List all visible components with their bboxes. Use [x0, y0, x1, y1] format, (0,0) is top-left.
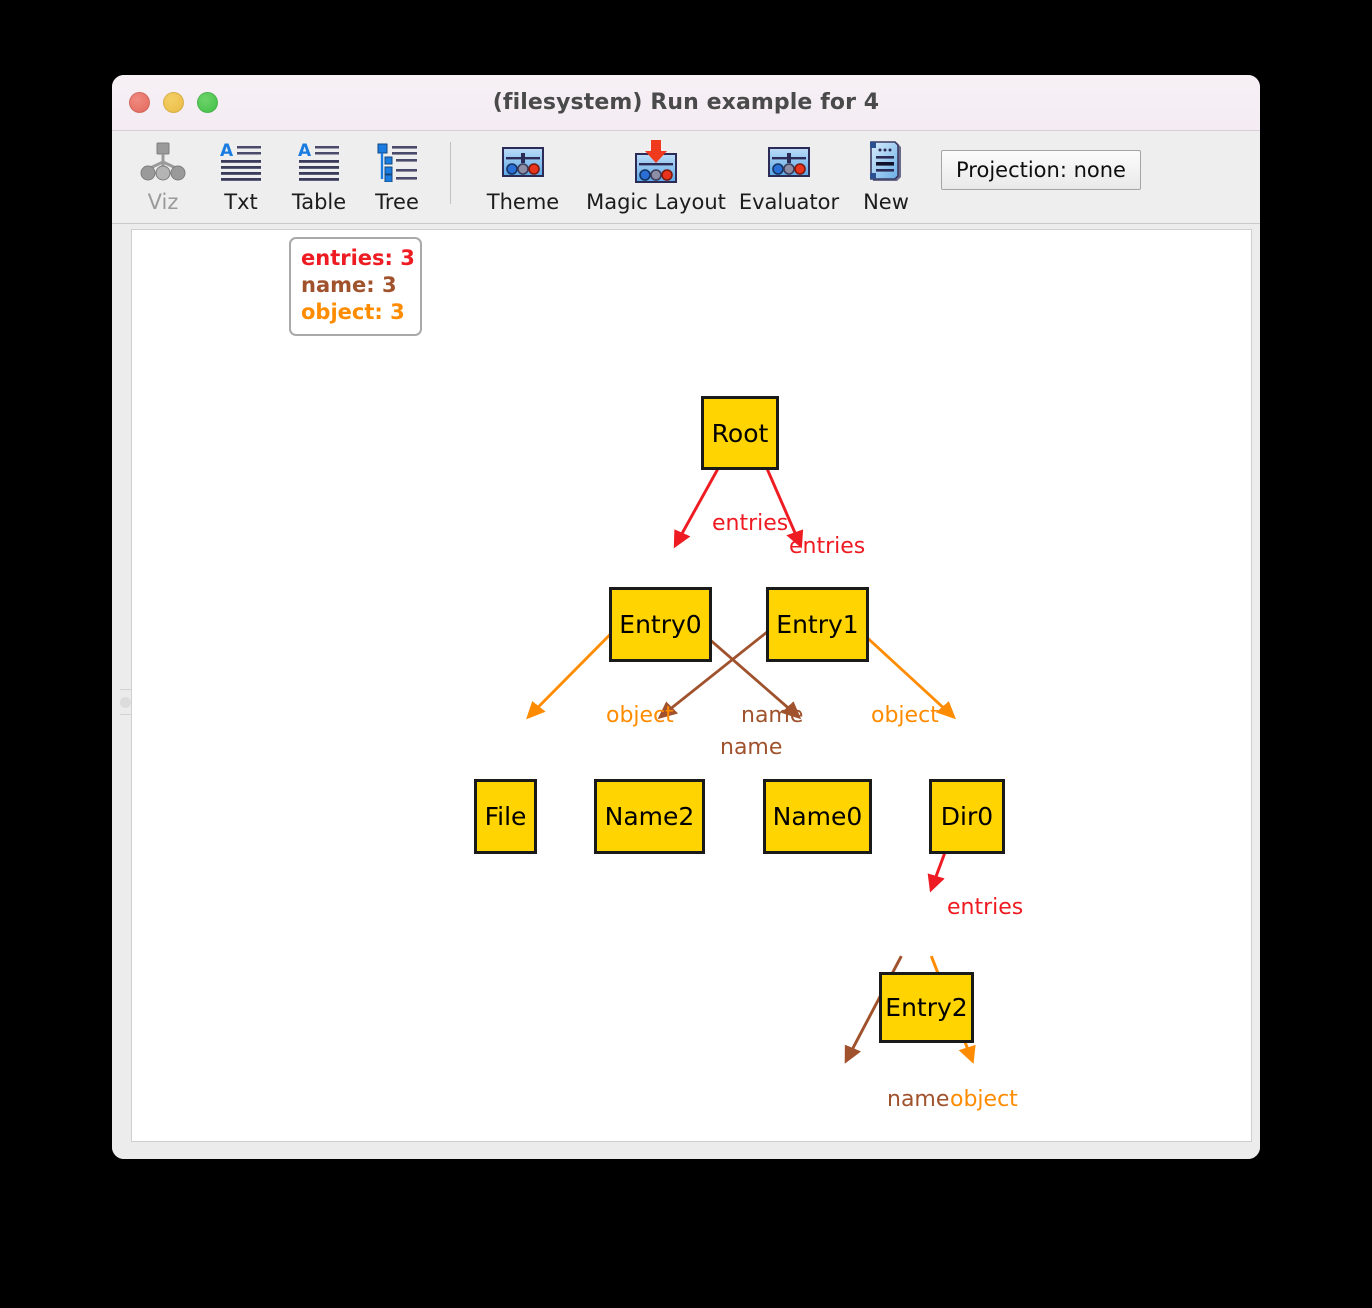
- graph-node-root[interactable]: Root: [701, 396, 779, 470]
- evaluator-sliders-icon: [766, 140, 812, 184]
- toolbar-label-evaluator: Evaluator: [738, 190, 840, 214]
- new-scroll-icon: [866, 140, 906, 184]
- toolbar-label-magic-layout: Magic Layout: [586, 190, 726, 214]
- maximize-window-button[interactable]: [197, 92, 218, 113]
- tree-list-icon: [376, 140, 418, 184]
- graph-node-dir0[interactable]: Dir0: [929, 779, 1005, 854]
- toolbar-label-table: Table: [291, 190, 347, 214]
- toolbar-button-tree[interactable]: Tree: [358, 140, 436, 214]
- text-document-icon: A: [220, 140, 262, 184]
- close-window-button[interactable]: [129, 92, 150, 113]
- graph-node-entry1[interactable]: Entry1: [766, 587, 869, 662]
- graph-node-label: Dir0: [940, 802, 994, 831]
- graph-edge-label-entries: entries: [789, 534, 866, 559]
- toolbar-button-txt[interactable]: A Txt: [202, 140, 280, 214]
- toolbar-label-theme: Theme: [486, 190, 560, 214]
- svg-text:A: A: [298, 142, 312, 161]
- toolbar-label-tree: Tree: [375, 190, 419, 214]
- window-body: entries: 3 name: 3 object: 3 entries ent…: [112, 224, 1260, 1159]
- toolbar: Viz A Txt A Table Tree Theme Magic Layou…: [112, 131, 1260, 224]
- toolbar-button-viz[interactable]: Viz: [124, 140, 202, 214]
- graph-edge-label-entries: entries: [712, 511, 789, 536]
- graph-node-label: Entry2: [885, 993, 968, 1022]
- minimize-window-button[interactable]: [163, 92, 184, 113]
- graph-node-label: Root: [711, 418, 769, 448]
- window-title: (filesystem) Run example for 4: [492, 90, 880, 115]
- graph-node-entry2[interactable]: Entry2: [879, 972, 974, 1043]
- graph-edge-label-object: object: [950, 1087, 1018, 1112]
- graph-node-label: Entry1: [776, 610, 859, 639]
- graph-edge-label-name: name: [720, 735, 783, 760]
- toolbar-button-theme[interactable]: Theme: [465, 140, 581, 214]
- svg-text:A: A: [220, 142, 234, 161]
- toolbar-button-table[interactable]: A Table: [280, 140, 358, 214]
- graph-edge-label-name: name: [741, 703, 804, 728]
- toolbar-label-txt: Txt: [224, 190, 258, 214]
- table-document-icon: A: [298, 140, 340, 184]
- graph-edge-label-object: object: [606, 703, 674, 728]
- toolbar-label-new: New: [863, 190, 909, 214]
- graph-node-label: Name2: [604, 802, 695, 831]
- graph-node-label: Entry0: [619, 610, 702, 639]
- split-pane-divider[interactable]: [120, 229, 131, 1142]
- graph-node-file[interactable]: File: [474, 779, 537, 854]
- theme-sliders-icon: [500, 140, 546, 184]
- toolbar-button-magic-layout[interactable]: Magic Layout: [581, 140, 731, 214]
- visualization-canvas[interactable]: entries: 3 name: 3 object: 3 entries ent…: [131, 229, 1252, 1142]
- toolbar-separator: [450, 142, 451, 204]
- toolbar-button-evaluator[interactable]: Evaluator: [731, 140, 847, 214]
- split-pane-handle[interactable]: [120, 689, 131, 715]
- projection-button[interactable]: Projection: none: [941, 150, 1141, 190]
- graph-node-label: File: [484, 802, 527, 831]
- graph-node-name2[interactable]: Name2: [594, 779, 705, 854]
- toolbar-button-new[interactable]: New: [847, 140, 925, 214]
- graph-node-label: Name0: [772, 802, 863, 831]
- graph-edge-label-object: object: [871, 703, 939, 728]
- application-window: (filesystem) Run example for 4 Viz A Txt…: [112, 75, 1260, 1159]
- toolbar-label-viz: Viz: [147, 190, 179, 214]
- graph-diagram: entries entries object name name object entrie…: [132, 230, 1251, 1141]
- graph-edges: [526, 443, 976, 1064]
- traffic-lights: [129, 92, 218, 113]
- graph-node-name0[interactable]: Name0: [763, 779, 872, 854]
- graph-edge-label-name: name: [887, 1087, 950, 1112]
- graph-node-entry0[interactable]: Entry0: [609, 587, 712, 662]
- graph-edge-label-entries: entries: [947, 895, 1024, 920]
- viz-graph-icon: [140, 140, 186, 184]
- window-titlebar: (filesystem) Run example for 4: [112, 75, 1260, 131]
- magic-layout-icon: [632, 140, 680, 184]
